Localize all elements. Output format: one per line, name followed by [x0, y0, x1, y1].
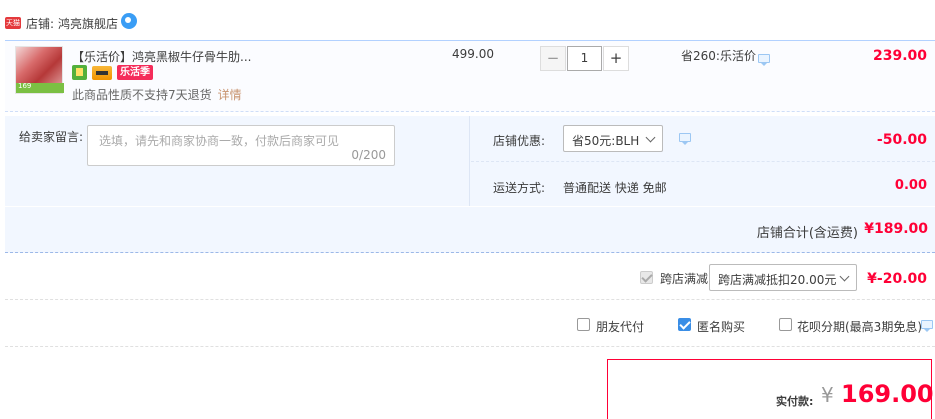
quantity-stepper: − 1 +: [540, 46, 630, 71]
cross-store-discount-row: 跨店满减 跨店满减抵扣20.00元 ¥-20.00: [5, 254, 935, 300]
divider: [471, 161, 935, 162]
shop-label: 店铺:: [26, 17, 55, 31]
coupon-info-icon[interactable]: [679, 133, 691, 145]
anonymous-purchase-checkbox[interactable]: [678, 318, 691, 331]
chevron-down-icon: [645, 132, 656, 143]
shop-coupon-amount: -50.00: [876, 132, 927, 148]
thumbnail-price-tag: 169: [16, 82, 64, 93]
shop-coupon-label: 店铺优惠:: [493, 134, 546, 148]
installment-checkbox[interactable]: [779, 318, 792, 331]
seller-message-section: 给卖家留言: 选填，请先和商家协商一致，付款后商家可见 0/200: [5, 116, 470, 206]
seller-message-count: 0/200: [351, 148, 386, 162]
shop-total-row: 店铺合计(含运费) ¥189.00: [5, 207, 935, 253]
shop-coupon-value: 省50元:BLH: [572, 134, 640, 148]
shipping-label: 运送方式:: [493, 181, 546, 195]
quantity-minus-button[interactable]: −: [540, 46, 566, 71]
cross-store-checkbox: [640, 271, 653, 284]
return-policy-note: 此商品性质不支持7天退货 详情: [72, 86, 242, 103]
quantity-input[interactable]: 1: [567, 46, 602, 71]
thumbnail-price-text: 169: [18, 82, 32, 90]
seller-message-input[interactable]: 选填，请先和商家协商一致，付款后商家可见 0/200: [87, 125, 395, 166]
seller-message-label: 给卖家留言:: [19, 130, 84, 144]
order-options-block: 给卖家留言: 选填，请先和商家协商一致，付款后商家可见 0/200 店铺优惠: …: [5, 116, 935, 206]
promo-info-icon[interactable]: [758, 54, 770, 66]
order-item-row: 169 【乐活价】鸿亮黑椒牛仔骨牛肋... 乐活季 此商品性质不支持7天退货 详情…: [5, 40, 935, 112]
return-policy-text: 此商品性质不支持7天退货: [72, 88, 212, 102]
friend-pay-checkbox[interactable]: [577, 318, 590, 331]
item-total-price: 239.00: [872, 48, 927, 64]
currency-symbol: ¥: [821, 383, 834, 407]
cross-store-label: 跨店满减: [660, 272, 709, 286]
unit-price: 499.00: [452, 47, 494, 61]
shipping-method: 普通配送 快递 免邮: [563, 181, 667, 195]
shop-total-label: 店铺合计(含运费): [756, 226, 858, 241]
guarantee-icon: [72, 65, 87, 80]
friend-pay-label[interactable]: 朋友代付: [596, 318, 644, 335]
seller-message-placeholder: 选填，请先和商家协商一致，付款后商家可见: [99, 134, 340, 148]
shipping-fee: 0.00: [894, 178, 927, 193]
credit-card-icon: [92, 66, 112, 80]
shop-header: 天猫 店铺: 鸿亮旗舰店: [0, 0, 935, 40]
actual-payment-box: 实付款: ¥ 169.00: [607, 359, 934, 419]
installment-label[interactable]: 花呗分期(最高3期免息): [797, 318, 922, 335]
product-title-link[interactable]: 【乐活价】鸿亮黑椒牛仔骨牛肋...: [72, 48, 251, 65]
cross-store-select[interactable]: 跨店满减抵扣20.00元: [709, 264, 857, 291]
shop-coupon-select[interactable]: 省50元:BLH: [563, 125, 663, 152]
anonymous-purchase-label[interactable]: 匿名购买: [697, 318, 745, 335]
detail-link[interactable]: 详情: [218, 88, 242, 102]
chevron-down-icon: [839, 271, 850, 282]
cross-store-amount: ¥-20.00: [867, 271, 927, 287]
tmall-icon: 天猫: [5, 17, 21, 29]
shop-total-value: ¥189.00: [864, 221, 928, 237]
installment-info-icon[interactable]: [921, 320, 933, 332]
event-badge: 乐活季: [117, 65, 153, 80]
actual-payment-amount: 169.00: [841, 380, 934, 408]
product-thumbnail[interactable]: 169: [15, 46, 64, 94]
actual-payment-label: 实付款:: [776, 395, 814, 408]
item-promo-text: 省260:乐活价: [681, 49, 756, 63]
quantity-plus-button[interactable]: +: [603, 46, 629, 71]
wangwang-chat-icon[interactable]: [121, 13, 137, 29]
shop-name-link[interactable]: 鸿亮旗舰店: [58, 15, 118, 32]
payment-options-row: 朋友代付 匿名购买 花呗分期(最高3期免息): [5, 301, 935, 347]
cross-store-select-value: 跨店满减抵扣20.00元: [718, 273, 837, 287]
